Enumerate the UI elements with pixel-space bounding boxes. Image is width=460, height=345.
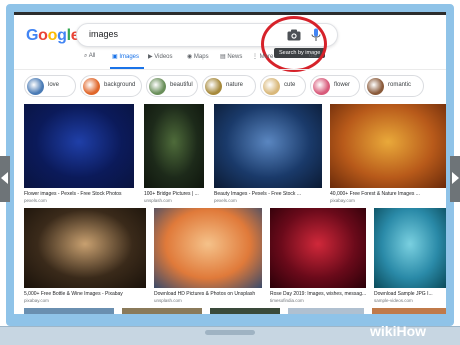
result-title[interactable]: 100+ Bridge Pictures | ... bbox=[144, 191, 204, 197]
chip-flower[interactable]: flower bbox=[310, 75, 360, 97]
result-source: unsplash.com bbox=[154, 298, 182, 303]
chip-thumbnail bbox=[263, 78, 280, 95]
tab-images[interactable]: ▣ Images bbox=[112, 53, 139, 60]
result-source: unsplash.com bbox=[144, 198, 172, 203]
image-result[interactable]: 40,000+ Free Forest & Nature Images ... p… bbox=[330, 104, 446, 208]
chip-label: background bbox=[104, 82, 136, 88]
result-title[interactable]: Beauty Images - Pexels - Free Stock ... bbox=[214, 191, 322, 197]
chip-love[interactable]: love bbox=[24, 75, 76, 97]
chip-label: cute bbox=[284, 82, 296, 88]
logo-letter: o bbox=[38, 27, 48, 44]
more-icon: ⋮ bbox=[252, 54, 260, 60]
google-logo[interactable]: Google bbox=[26, 27, 80, 45]
chip-label: flower bbox=[334, 82, 351, 88]
result-source: sample-videos.com bbox=[374, 298, 413, 303]
partial-image-result[interactable] bbox=[122, 308, 202, 314]
image-result[interactable]: 100+ Bridge Pictures | ... unsplash.com bbox=[144, 104, 204, 208]
result-title[interactable]: Download Sample JPG I... bbox=[374, 291, 446, 297]
wikihow-watermark: wikiHow bbox=[370, 323, 426, 339]
tab-more[interactable]: ⋮ More bbox=[252, 53, 273, 60]
tab-maps[interactable]: ◉ Maps bbox=[187, 53, 209, 60]
right-arrow-icon bbox=[452, 172, 459, 184]
image-result[interactable]: Download Sample JPG I... sample-videos.co… bbox=[374, 208, 446, 308]
tab-label: Videos bbox=[154, 54, 173, 60]
watermark-wiki: wiki bbox=[370, 323, 397, 339]
partial-image-result[interactable] bbox=[210, 308, 280, 314]
result-thumbnail[interactable] bbox=[154, 208, 262, 288]
tab-label: ols bbox=[309, 53, 317, 59]
chip-cute[interactable]: cute bbox=[260, 75, 306, 97]
image-result[interactable]: Download HD Pictures & Photos on Unsplas… bbox=[154, 208, 262, 308]
browser-top-bar bbox=[14, 12, 446, 15]
result-title[interactable]: 5,000+ Free Bottle & Wine Images - Pixab… bbox=[24, 291, 146, 297]
tab-label: Maps bbox=[193, 54, 209, 60]
chip-label: romantic bbox=[388, 82, 412, 88]
chip-nature[interactable]: nature bbox=[202, 75, 256, 97]
partial-image-result[interactable] bbox=[288, 308, 364, 314]
result-title[interactable]: Flower images - Pexels - Free Stock Phot… bbox=[24, 191, 134, 197]
laptop-notch bbox=[205, 330, 255, 335]
left-arrow-icon bbox=[1, 172, 8, 184]
tab-ols[interactable]: ols bbox=[309, 53, 317, 59]
result-source: pixabay.com bbox=[330, 198, 355, 203]
partial-image-result[interactable] bbox=[372, 308, 446, 314]
logo-letter: g bbox=[57, 27, 67, 44]
chip-thumbnail bbox=[83, 78, 100, 95]
tab-news[interactable]: ▤ News bbox=[220, 53, 242, 60]
result-title[interactable]: Download HD Pictures & Photos on Unsplas… bbox=[154, 291, 262, 297]
highlight-circle bbox=[261, 16, 327, 72]
result-title[interactable]: Rose Day 2019: Images, wishes, messag... bbox=[270, 291, 366, 297]
result-thumbnail[interactable] bbox=[214, 104, 322, 188]
image-result[interactable]: Rose Day 2019: Images, wishes, messag...… bbox=[270, 208, 366, 308]
chip-thumbnail bbox=[149, 78, 166, 95]
chip-thumbnail bbox=[27, 78, 44, 95]
result-source: timesofindia.com bbox=[270, 298, 304, 303]
tab-videos[interactable]: ▶ Videos bbox=[148, 53, 173, 60]
partial-image-result[interactable] bbox=[24, 308, 114, 314]
tab-label: More bbox=[259, 54, 274, 60]
image-result[interactable]: Beauty Images - Pexels - Free Stock ... p… bbox=[214, 104, 322, 208]
tab-label: Images bbox=[119, 54, 140, 60]
result-thumbnail[interactable] bbox=[24, 208, 146, 288]
chip-romantic[interactable]: romantic bbox=[364, 75, 424, 97]
image-result[interactable]: 5,000+ Free Bottle & Wine Images - Pixab… bbox=[24, 208, 146, 308]
result-thumbnail[interactable] bbox=[144, 104, 204, 188]
image-result[interactable]: Flower images - Pexels - Free Stock Phot… bbox=[24, 104, 134, 208]
nav-divider bbox=[14, 69, 446, 70]
map-icon: ◉ bbox=[187, 54, 194, 60]
result-title[interactable]: 40,000+ Free Forest & Nature Images ... bbox=[330, 191, 446, 197]
result-thumbnail[interactable] bbox=[374, 208, 446, 288]
chip-label: nature bbox=[226, 82, 244, 88]
result-thumbnail[interactable] bbox=[330, 104, 446, 188]
chip-background[interactable]: background bbox=[80, 75, 142, 97]
browser-screen: Google images Search by image ⌕ All▣ Ima… bbox=[14, 12, 446, 314]
result-thumbnail[interactable] bbox=[270, 208, 366, 288]
chip-thumbnail bbox=[367, 78, 384, 95]
chip-label: love bbox=[48, 82, 60, 88]
tab-all[interactable]: ⌕ All bbox=[84, 53, 95, 60]
chip-thumbnail bbox=[205, 78, 222, 95]
search-input[interactable]: images bbox=[89, 29, 118, 39]
logo-letter: o bbox=[47, 27, 58, 44]
result-source: pexels.com bbox=[214, 198, 237, 203]
chip-label: beautiful bbox=[170, 82, 193, 88]
tutorial-frame: Google images Search by image ⌕ All▣ Ima… bbox=[0, 0, 460, 345]
watermark-how: How bbox=[396, 323, 427, 339]
tab-label: All bbox=[88, 53, 96, 59]
chip-thumbnail bbox=[313, 78, 330, 95]
result-thumbnail[interactable] bbox=[24, 104, 134, 188]
result-source: pexels.com bbox=[24, 198, 47, 203]
logo-letter: G bbox=[26, 27, 39, 44]
result-source: pixabay.com bbox=[24, 298, 49, 303]
tab-label: News bbox=[227, 54, 243, 60]
chip-beautiful[interactable]: beautiful bbox=[146, 75, 198, 97]
